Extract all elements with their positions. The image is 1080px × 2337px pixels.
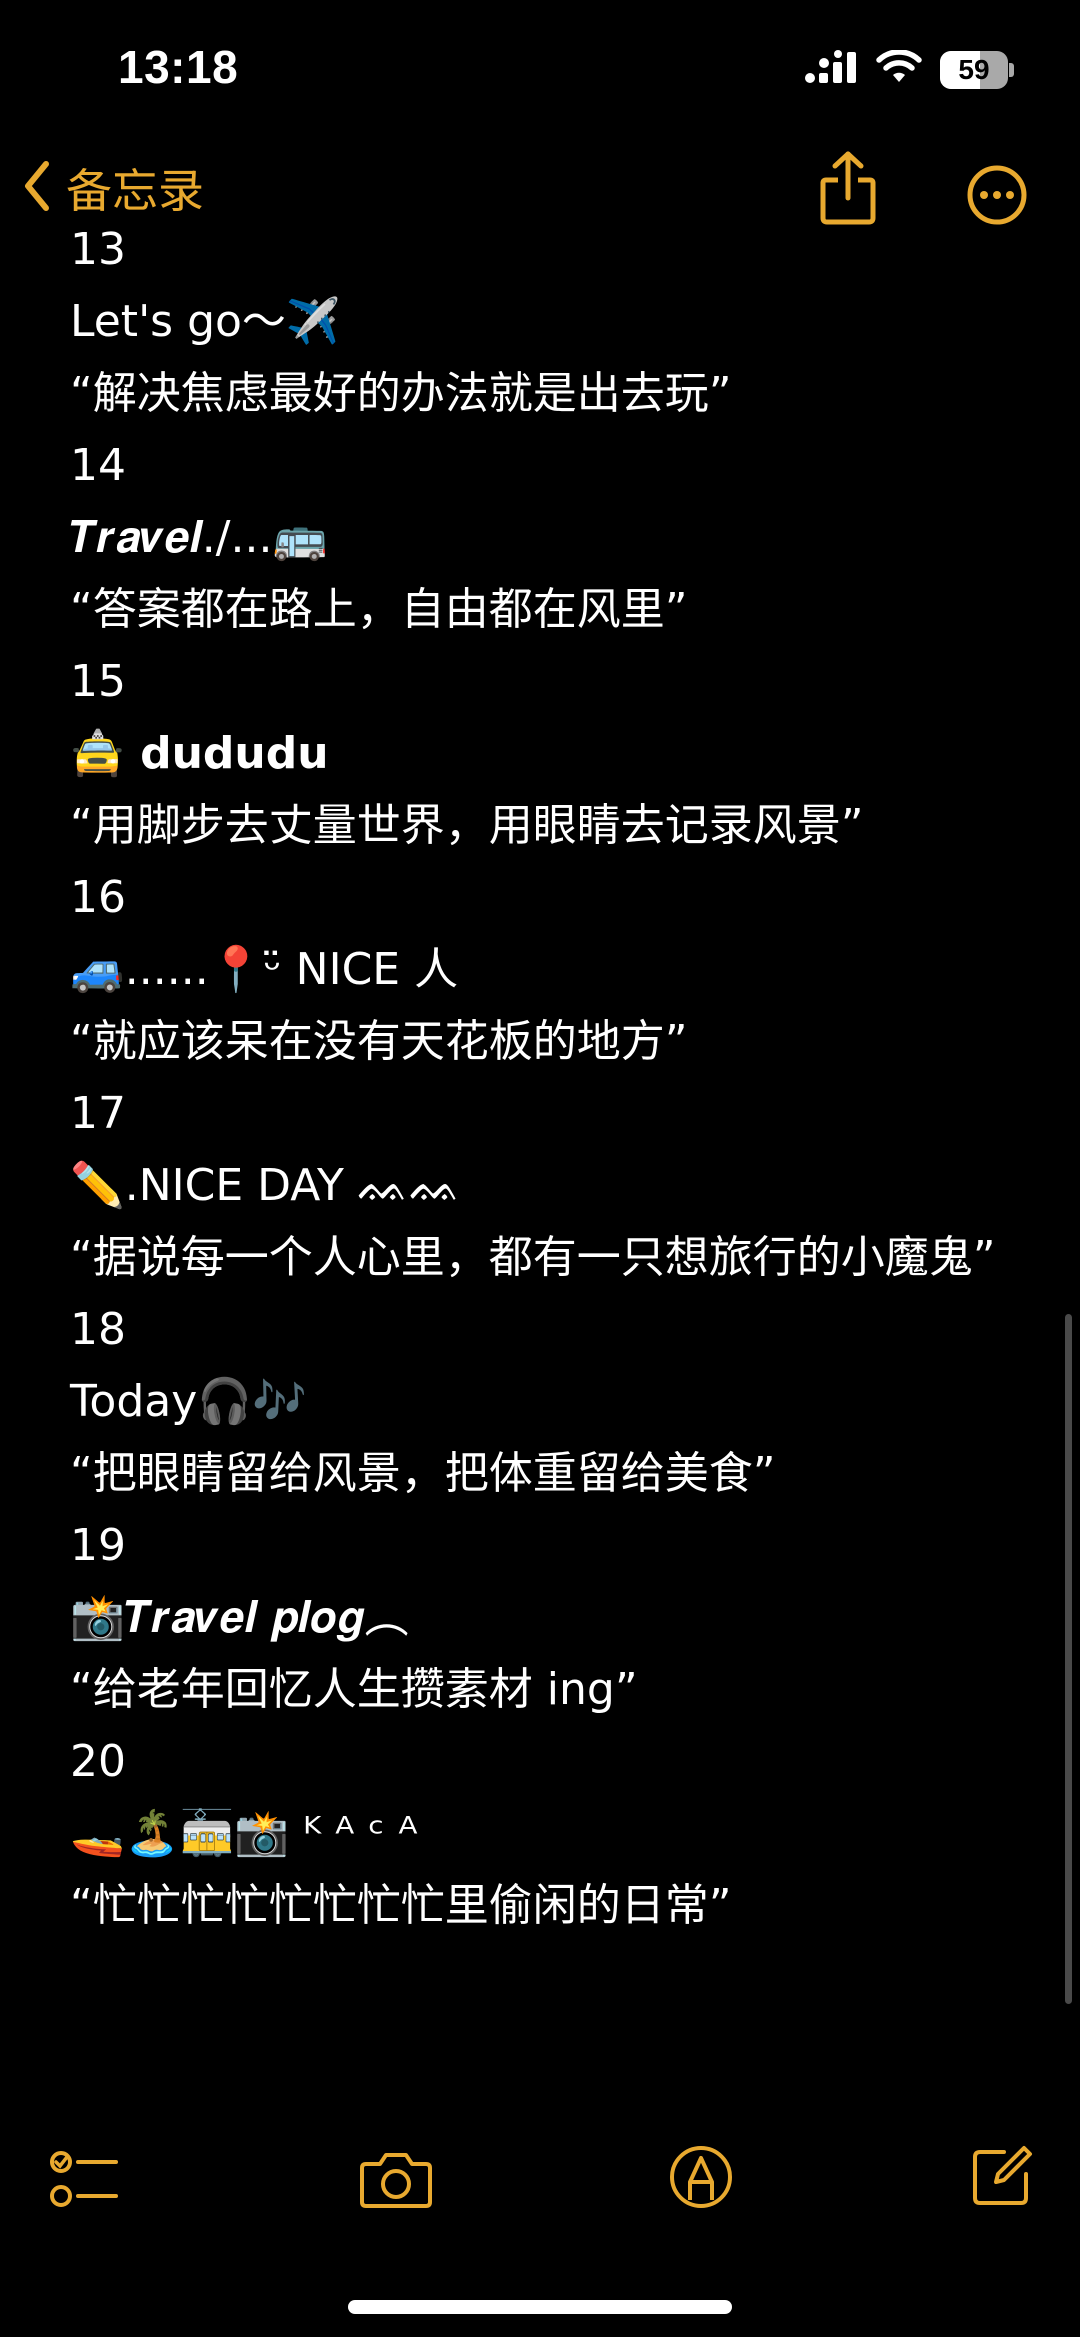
- note-line: “用脚步去丈量世界，用眼睛去记录风景”: [70, 800, 864, 851]
- markup-icon: [668, 2146, 734, 2214]
- status-icons: 59: [804, 49, 1014, 89]
- compose-button[interactable]: [970, 2144, 1034, 2213]
- note-line: 16: [70, 872, 126, 923]
- status-time: 13:18: [118, 41, 239, 93]
- note-line: 17: [70, 1088, 126, 1139]
- share-icon: [818, 151, 878, 230]
- note-line: 🚤🏝️🚋📸 ᴷ ᴬ ᶜ ᴬ: [70, 1808, 418, 1859]
- note-line: “解决焦虑最好的办法就是出去玩”: [70, 368, 732, 419]
- camera-icon: [358, 2153, 434, 2214]
- home-indicator[interactable]: [348, 2300, 732, 2314]
- compose-icon: [970, 2146, 1034, 2212]
- back-button[interactable]: 备忘录: [22, 156, 204, 220]
- note-line: “把眼睛留给风景，把体重留给美食”: [70, 1448, 776, 1499]
- note-line: 20: [70, 1736, 126, 1787]
- share-button[interactable]: [818, 150, 878, 231]
- note-line: 🚙......📍ᵕ̈ NICE 人: [70, 944, 459, 995]
- note-line: Let's go～✈️: [70, 296, 341, 347]
- battery-percent: 59: [958, 53, 990, 85]
- note-line: 15: [70, 656, 126, 707]
- note-line: 14: [70, 440, 126, 491]
- note-line: “给老年回忆人生攒素材 ing”: [70, 1664, 638, 1715]
- note-line: “就应该呆在没有天花板的地方”: [70, 1016, 688, 1067]
- note-line: Today🎧🎶: [70, 1376, 307, 1427]
- note-line: 19: [70, 1520, 126, 1571]
- note-line: 𝑻𝒓𝒂𝒗𝒆𝒍./...🚌: [70, 512, 328, 563]
- note-line: 📸𝑻𝒓𝒂𝒗𝒆𝒍 𝒑𝒍𝒐𝒈︵: [70, 1592, 409, 1643]
- note-line: “忙忙忙忙忙忙忙忙里偷闲的日常”: [70, 1880, 732, 1931]
- navigation-bar: 备忘录: [0, 140, 1080, 240]
- cellular-signal-icon: [804, 50, 858, 89]
- checklist-button[interactable]: [50, 2148, 120, 2217]
- status-bar: 13:18 59: [0, 0, 1080, 150]
- note-body[interactable]: 13 Let's go～✈️ “解决焦虑最好的办法就是出去玩” 14 𝑻𝒓𝒂𝒗𝒆…: [0, 214, 1080, 2064]
- checklist-icon: [50, 2151, 120, 2216]
- note-line: ✏️.NICE DAY ᨐᨐ: [70, 1160, 462, 1211]
- markup-button[interactable]: [668, 2144, 734, 2215]
- chevron-left-icon: [22, 159, 52, 218]
- scroll-indicator[interactable]: [1065, 1314, 1072, 2004]
- more-icon: [966, 165, 1028, 230]
- note-line: “答案都在路上，自由都在风里”: [70, 584, 688, 635]
- more-options-button[interactable]: [966, 164, 1028, 231]
- battery-icon: 59: [940, 50, 1014, 89]
- wifi-icon: [876, 49, 922, 89]
- bottom-toolbar: [0, 2140, 1080, 2230]
- note-line: 🚖 dududu: [70, 728, 329, 779]
- note-line: 18: [70, 1304, 126, 1355]
- note-line: “据说每一个人心里，都有一只想旅行的小魔鬼”: [70, 1232, 996, 1283]
- note-text[interactable]: 13 Let's go～✈️ “解决焦虑最好的办法就是出去玩” 14 𝑻𝒓𝒂𝒗𝒆…: [70, 214, 1010, 1942]
- back-label: 备忘录: [66, 164, 204, 218]
- camera-button[interactable]: [358, 2150, 434, 2215]
